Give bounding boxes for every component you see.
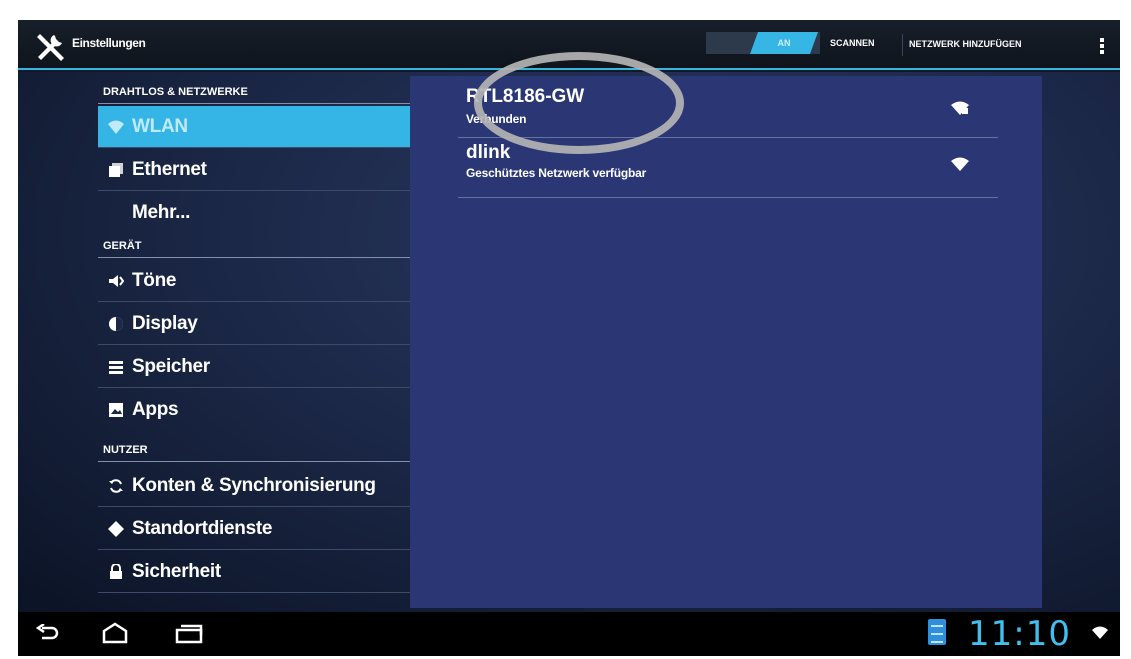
location-icon [108,521,124,537]
nav-item-ethernet[interactable]: Ethernet [98,149,410,191]
section-header-device: GERÄT [98,238,410,258]
nav-item-security[interactable]: Sicherheit [98,551,410,593]
lock-icon [110,564,122,579]
nav-item-more[interactable]: Mehr... [98,192,410,234]
settings-tools-icon[interactable] [34,31,70,61]
ethernet-icon [109,163,123,177]
network-name: dlink [466,142,511,163]
status-clock[interactable]: 11:10 [968,614,1071,654]
system-navigation-bar: 11:10 [18,612,1120,656]
nav-item-accounts-sync[interactable]: Konten & Synchronisierung [98,465,410,507]
nav-item-apps[interactable]: Apps [98,389,410,431]
add-network-button[interactable]: NETZWERK HINZUFÜGEN [902,34,1028,56]
scan-button[interactable]: SCANNEN [830,38,875,48]
wifi-signal-locked-icon [951,157,969,171]
tablet-screen: Einstellungen AN SCANNEN NETZWERK HINZUF… [18,20,1120,656]
nav-item-label: Ethernet [132,159,207,180]
app-title: Einstellungen [72,36,146,50]
apps-icon [109,403,123,417]
back-icon[interactable] [36,624,60,644]
nav-item-label: WLAN [132,116,188,137]
nav-item-display[interactable]: Display [98,303,410,345]
wifi-toggle-label: AN [777,38,791,48]
section-header-wireless: DRAHTLOS & NETZWERKE [98,84,410,104]
nav-item-label: Töne [132,270,177,291]
storage-icon [109,361,123,374]
wifi-toggle[interactable]: AN [706,32,820,54]
nav-item-location[interactable]: Standortdienste [98,508,410,550]
nav-item-label: Sicherheit [132,561,221,582]
nav-item-label: Speicher [132,356,210,377]
wifi-network-list: RTL8186-GW Verbunden dlink Geschütztes N… [410,76,1042,608]
nav-item-label: Mehr... [132,202,191,223]
nav-item-label: Konten & Synchronisierung [132,475,376,496]
nav-item-storage[interactable]: Speicher [98,346,410,388]
nav-item-wlan[interactable]: WLAN [98,106,410,148]
speaker-icon [109,275,124,287]
display-icon [109,317,123,331]
home-icon[interactable] [100,622,130,644]
nav-item-sounds[interactable]: Töne [98,260,410,302]
wifi-signal-icon [951,101,969,115]
settings-navigation: DRAHTLOS & NETZWERKE WLAN Ethernet Mehr.… [98,76,410,608]
notification-icon[interactable] [928,619,946,645]
nav-item-label: Standortdienste [132,518,273,539]
section-header-user: NUTZER [98,442,410,462]
overflow-menu-icon[interactable] [1098,36,1106,58]
wifi-toggle-knob[interactable]: AN [749,32,819,54]
nav-item-label: Apps [132,399,179,420]
highlight-circle-annotation [474,52,684,154]
network-status: Geschütztes Netzwerk verfügbar [466,166,647,180]
wifi-icon [108,120,124,134]
status-wifi-icon [1092,626,1108,639]
sync-icon [109,479,123,493]
recent-apps-icon[interactable] [174,622,204,644]
nav-item-label: Display [132,313,198,334]
